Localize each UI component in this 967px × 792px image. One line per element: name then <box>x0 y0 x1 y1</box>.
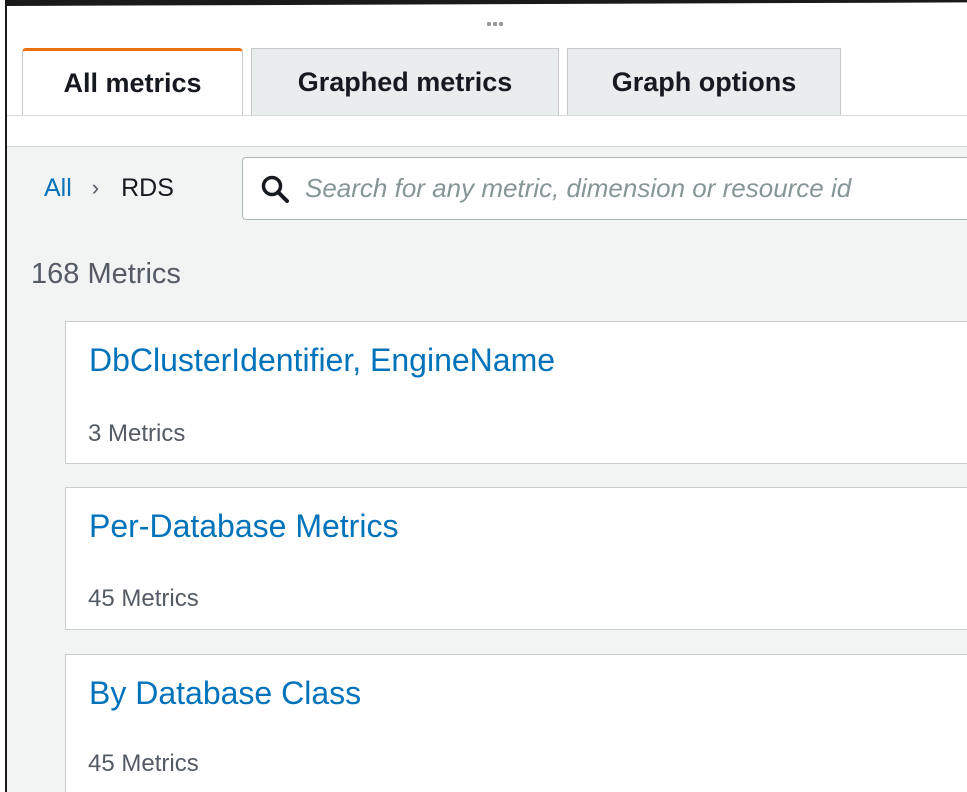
metric-group-link[interactable]: Per-Database Metrics <box>89 508 398 545</box>
metric-group-card: DbClusterIdentifier, EngineName 3 Metric… <box>65 321 967 464</box>
breadcrumb-current: RDS <box>121 173 174 202</box>
metric-group-count: 45 Metrics <box>88 585 199 612</box>
tab-graph-options[interactable]: Graph options <box>567 48 841 115</box>
metric-group-card: By Database Class 45 Metrics <box>65 654 967 792</box>
tab-all-metrics[interactable]: All metrics <box>22 48 243 115</box>
tab-graphed-metrics[interactable]: Graphed metrics <box>251 48 559 115</box>
search-field[interactable] <box>242 157 967 220</box>
metric-group-card: Per-Database Metrics 45 Metrics <box>65 487 967 630</box>
window-edge <box>5 0 967 6</box>
search-icon <box>257 171 293 207</box>
search-input[interactable] <box>305 173 955 204</box>
chevron-right-icon: › <box>91 175 100 200</box>
metrics-panel: All metrics Graphed metrics Graph option… <box>0 0 967 792</box>
metric-group-count: 3 Metrics <box>88 420 186 447</box>
tab-panel-top <box>7 116 967 146</box>
metric-group-link[interactable]: DbClusterIdentifier, EngineName <box>89 342 555 379</box>
breadcrumb: All › RDS <box>44 172 174 204</box>
metric-group-count: 45 Metrics <box>88 750 199 777</box>
tab-bar: All metrics Graphed metrics Graph option… <box>22 48 849 115</box>
metrics-count: 168 Metrics <box>31 258 181 290</box>
metric-group-link[interactable]: By Database Class <box>89 675 361 712</box>
resize-handle-icon[interactable] <box>484 20 506 28</box>
breadcrumb-all-link[interactable]: All <box>44 174 72 203</box>
